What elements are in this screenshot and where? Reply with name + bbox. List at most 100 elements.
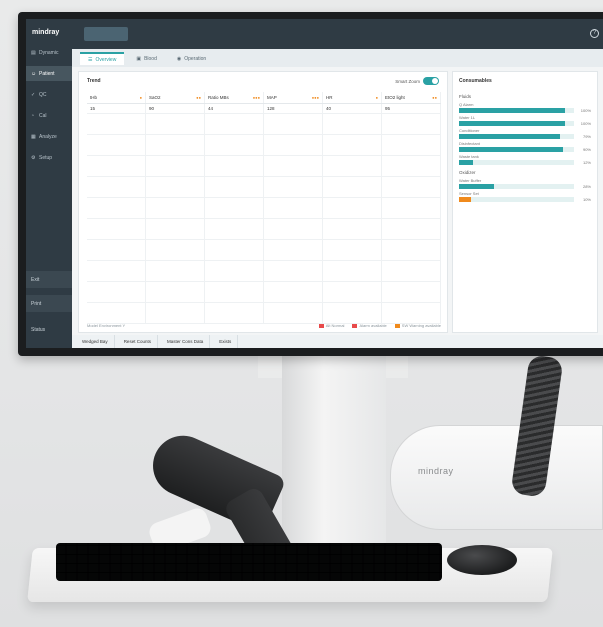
legend-item: Alt Normal <box>318 323 344 328</box>
patient-info-box[interactable] <box>84 27 128 41</box>
trend-grid-row <box>87 156 441 177</box>
sidebar-item-setup[interactable]: ⚙ Setup <box>26 150 72 165</box>
consumable-level-row[interactable]: 100% <box>459 121 591 126</box>
trend-value: 44 <box>205 104 264 113</box>
consumable-level-value: 10% <box>582 197 591 202</box>
consumable-level-value: 90% <box>582 147 591 152</box>
consumable-level-row[interactable]: 28% <box>459 184 591 189</box>
wedged-bay-button[interactable]: Wedged Bay <box>76 335 115 348</box>
consumable-level-bar <box>459 160 574 165</box>
trend-column-header[interactable]: HR ● <box>323 92 382 103</box>
consumable-label: Q Alarm <box>459 102 474 107</box>
trend-grid-row <box>87 261 441 282</box>
sidebar-item-qc[interactable]: ✓ QC <box>26 87 72 102</box>
consumable-level-fill <box>459 197 471 202</box>
trend-legend: Model Environment Y Alt Normal Alarm ava… <box>87 323 441 328</box>
consumable-level-value: 100% <box>580 121 591 126</box>
consumable-level-row[interactable]: 79% <box>459 134 591 139</box>
consumable-level-bar <box>459 121 574 126</box>
consumables-section-title: Oxidizer <box>459 170 476 175</box>
check-icon: ✓ <box>31 91 36 98</box>
trend-grid-row <box>87 240 441 261</box>
trend-column-header[interactable]: MAP ●●● <box>264 92 323 103</box>
trend-title: Trend <box>87 78 101 84</box>
trend-grid-row <box>87 198 441 219</box>
top-bar: ? <box>72 19 603 49</box>
consumables-section-title: Fluids <box>459 94 472 99</box>
consumable-level-row[interactable]: 100% <box>459 108 591 113</box>
help-icon[interactable]: ? <box>590 29 599 38</box>
chart-icon: ▤ <box>31 49 36 56</box>
consumable-level-fill <box>459 160 473 165</box>
trend-column-header[interactable]: tHb ● <box>87 92 146 103</box>
consumables-title: Consumables <box>459 78 492 84</box>
trend-value: 15 <box>87 104 146 113</box>
sidebar-item-dynamic[interactable]: ▤ Dynamic <box>26 45 72 60</box>
person-icon: ☺ <box>31 70 37 77</box>
trend-footer-label: Model Environment Y <box>87 323 126 328</box>
smart-zoom-toggle[interactable] <box>423 77 439 85</box>
consumable-level-row[interactable]: 90% <box>459 147 591 152</box>
consumable-level-value: 100% <box>580 108 591 113</box>
trend-grid-row <box>87 177 441 198</box>
consumable-level-value: 79% <box>582 134 591 139</box>
consumables-panel: Consumables Fluids Q Alarm 100% Water 1L 100… <box>452 71 598 333</box>
consumable-label: Sensor Set <box>459 191 479 196</box>
trend-column-header[interactable]: Ratio MBs ●●● <box>205 92 264 103</box>
consumable-level-bar <box>459 134 574 139</box>
consumable-label: Water 1L <box>459 115 476 120</box>
trend-value: 40 <box>323 104 382 113</box>
mouse[interactable] <box>447 545 517 575</box>
sidebar-item-cal[interactable]: ◔ Cal <box>26 108 72 123</box>
sidebar-item-patient[interactable]: ☺ Patient <box>26 66 72 81</box>
trend-column-header[interactable]: EtO2 light ●● <box>382 92 441 103</box>
consumable-level-value: 28% <box>582 184 591 189</box>
legend-item: SW Warning available <box>394 323 441 328</box>
operation-icon: ◉ <box>176 55 182 62</box>
consumable-label: Disinfectant <box>459 141 480 146</box>
gauge-icon: ◔ <box>31 112 35 119</box>
master-cons-data-button[interactable]: Master Cons Data <box>161 335 211 348</box>
trend-grid: tHb ● SaO2 ●● Ratio MBs ●●● MAP ●●● HR ● EtO2… <box>87 92 441 324</box>
bottom-toolbar: Wedged Bay Reset Counts Master Cons Data… <box>72 335 603 348</box>
consumable-level-fill <box>459 184 494 189</box>
print-button[interactable]: Print <box>26 295 72 312</box>
trend-grid-row <box>87 135 441 156</box>
consumable-level-row[interactable]: 10% <box>459 197 591 202</box>
blood-icon: ▣ <box>136 55 142 62</box>
sidebar-item-analyze[interactable]: ▦ Analyze <box>26 129 72 144</box>
trend-header-row: tHb ● SaO2 ●● Ratio MBs ●●● MAP ●●● HR ● EtO2… <box>87 92 441 104</box>
trend-grid-row <box>87 303 441 324</box>
trend-value-row: 15 90 44 128 40 95 <box>87 104 441 114</box>
consumable-level-bar <box>459 108 574 113</box>
monitor-arm <box>390 425 603 530</box>
list-icon: ☰ <box>88 56 93 63</box>
exists-button[interactable]: Exists <box>213 335 239 348</box>
consumable-label: Conditioner <box>459 128 480 133</box>
grid-icon: ▦ <box>31 133 36 140</box>
smart-zoom: Smart Zoom <box>395 77 439 85</box>
monitor-stand <box>282 356 386 556</box>
tab-bar: ☰ Overview ▣ Blood ◉ Operation <box>72 49 603 67</box>
consumable-level-bar <box>459 184 574 189</box>
consumable-label: Waste tank <box>459 154 479 159</box>
keyboard[interactable] <box>56 543 442 581</box>
tab-operation[interactable]: ◉ Operation <box>169 52 214 65</box>
trend-value: 128 <box>264 104 323 113</box>
trend-panel: Trend Smart Zoom tHb ● SaO2 ●● Ratio MBs ●●… <box>78 71 448 333</box>
trend-grid-row <box>87 282 441 303</box>
reset-counts-button[interactable]: Reset Counts <box>118 335 158 348</box>
consumable-level-bar <box>459 147 574 152</box>
trend-value: 95 <box>382 104 441 113</box>
consumable-level-fill <box>459 121 565 126</box>
consumable-level-row[interactable]: 12% <box>459 160 591 165</box>
consumable-label: Water Buffer <box>459 178 482 183</box>
tab-blood[interactable]: ▣ Blood <box>128 52 165 65</box>
tab-overview[interactable]: ☰ Overview <box>80 52 125 65</box>
consumable-level-fill <box>459 108 565 113</box>
trend-column-header[interactable]: SaO2 ●● <box>146 92 205 103</box>
sidebar: mindray ▤ Dynamic ☺ Patient ✓ QC ◔ Cal ▦… <box>26 19 72 348</box>
status-button[interactable]: Status <box>26 321 72 338</box>
exit-button[interactable]: Exit <box>26 271 72 288</box>
gear-icon: ⚙ <box>31 154 36 161</box>
